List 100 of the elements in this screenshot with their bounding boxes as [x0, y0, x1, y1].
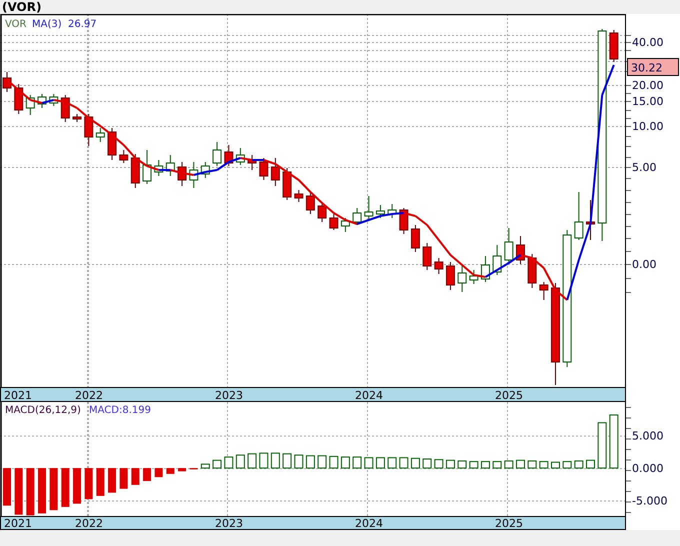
macd-bar [364, 457, 374, 469]
macd-bar [422, 458, 432, 469]
candle [96, 128, 105, 142]
legend-indicator: MA(3) [32, 19, 62, 30]
candle [574, 192, 584, 240]
candle [26, 94, 35, 116]
macd-bar [516, 460, 525, 469]
macd-bar [551, 462, 560, 469]
macd-bar [38, 468, 46, 514]
macd-bar [236, 454, 245, 469]
candle [469, 270, 478, 284]
candle [178, 162, 187, 186]
macd-bar [598, 422, 607, 469]
candle [60, 94, 70, 122]
candle [166, 154, 175, 176]
candle [294, 190, 304, 202]
macd-bar [446, 460, 455, 469]
price-axis-label: 15.00 [632, 95, 664, 108]
candle [84, 114, 94, 146]
macd-bar [410, 458, 420, 469]
macd-bar [259, 452, 268, 469]
macd-bar [3, 468, 11, 506]
candle [492, 244, 502, 276]
candle [49, 94, 58, 106]
candle [340, 218, 350, 232]
macd-bar [294, 454, 304, 469]
macd-bar [318, 455, 327, 469]
candle [119, 150, 128, 164]
date-axis-label: 2024 [355, 389, 383, 402]
candle [130, 154, 140, 188]
candle [248, 154, 257, 170]
price-axis-label: 20.00 [632, 79, 664, 92]
macd-bar [376, 457, 385, 469]
macd-bar [492, 461, 502, 469]
candle [446, 262, 455, 290]
macd-axis-label: 0.000 [632, 462, 664, 476]
candle [14, 84, 24, 114]
price-axis-label: 5.00 [632, 161, 656, 174]
macd-bar [120, 468, 128, 489]
price-axis-label: 10.00 [632, 120, 664, 133]
candle [154, 160, 164, 176]
macd-bar [306, 455, 315, 469]
legend-indicator-value: 26.97 [68, 19, 97, 30]
price-axis-label: 0.00 [632, 258, 656, 271]
macd-bar [154, 468, 163, 478]
date-axis-label: 2023 [215, 517, 243, 530]
candle [259, 158, 268, 180]
candle [609, 30, 618, 62]
macd-bar [528, 460, 537, 469]
macd-bar [434, 459, 444, 469]
candle [200, 162, 210, 178]
candle [329, 214, 338, 230]
date-axis-label: 2022 [75, 389, 103, 402]
macd-bar [469, 461, 478, 469]
price-axis-label: 40.00 [632, 36, 664, 49]
candle [2, 72, 12, 92]
candle [189, 162, 198, 188]
candle [38, 94, 46, 108]
macd-bar [329, 456, 338, 469]
candle [142, 150, 152, 184]
date-axis-label: 2022 [75, 517, 103, 530]
candle [399, 208, 408, 234]
macd-bar [96, 468, 104, 496]
macd-axis-label: -5.000 [632, 494, 668, 508]
date-axis-label: 2021 [4, 517, 32, 530]
date-axis-label: 2025 [495, 517, 523, 530]
candle [528, 254, 537, 288]
candle [72, 114, 82, 122]
chart-title: (VOR) [2, 0, 42, 14]
candle [352, 208, 362, 226]
candle [236, 148, 245, 166]
date-axis-label: 2021 [4, 389, 32, 402]
candle [458, 264, 467, 292]
last-price: 30.22 [631, 62, 662, 74]
macd-bar [131, 468, 140, 485]
candle [422, 242, 432, 270]
macd-axis-label: 5.000 [632, 430, 664, 443]
macd-bar [200, 464, 210, 469]
macd-bar [178, 468, 186, 472]
candle [504, 228, 514, 264]
candle [306, 192, 315, 214]
macd-bar [609, 414, 618, 469]
macd-bar [212, 460, 222, 469]
date-axis-label: 2025 [495, 389, 523, 402]
macd-bar [562, 461, 572, 469]
candle [224, 144, 234, 166]
date-axis-label: 2024 [355, 517, 383, 530]
date-axis-label: 2023 [215, 389, 243, 402]
macd-bar [504, 460, 514, 469]
macd-bar [143, 468, 152, 482]
macd-bar [586, 460, 595, 469]
legend-symbol: VOR [5, 19, 26, 30]
macd-bar [270, 452, 280, 469]
candle [480, 256, 490, 282]
candle [539, 282, 548, 300]
candle [410, 224, 420, 252]
macd-bar [574, 460, 584, 469]
macd-bar [14, 468, 23, 515]
macd-bar [539, 461, 548, 469]
candle [108, 128, 117, 160]
